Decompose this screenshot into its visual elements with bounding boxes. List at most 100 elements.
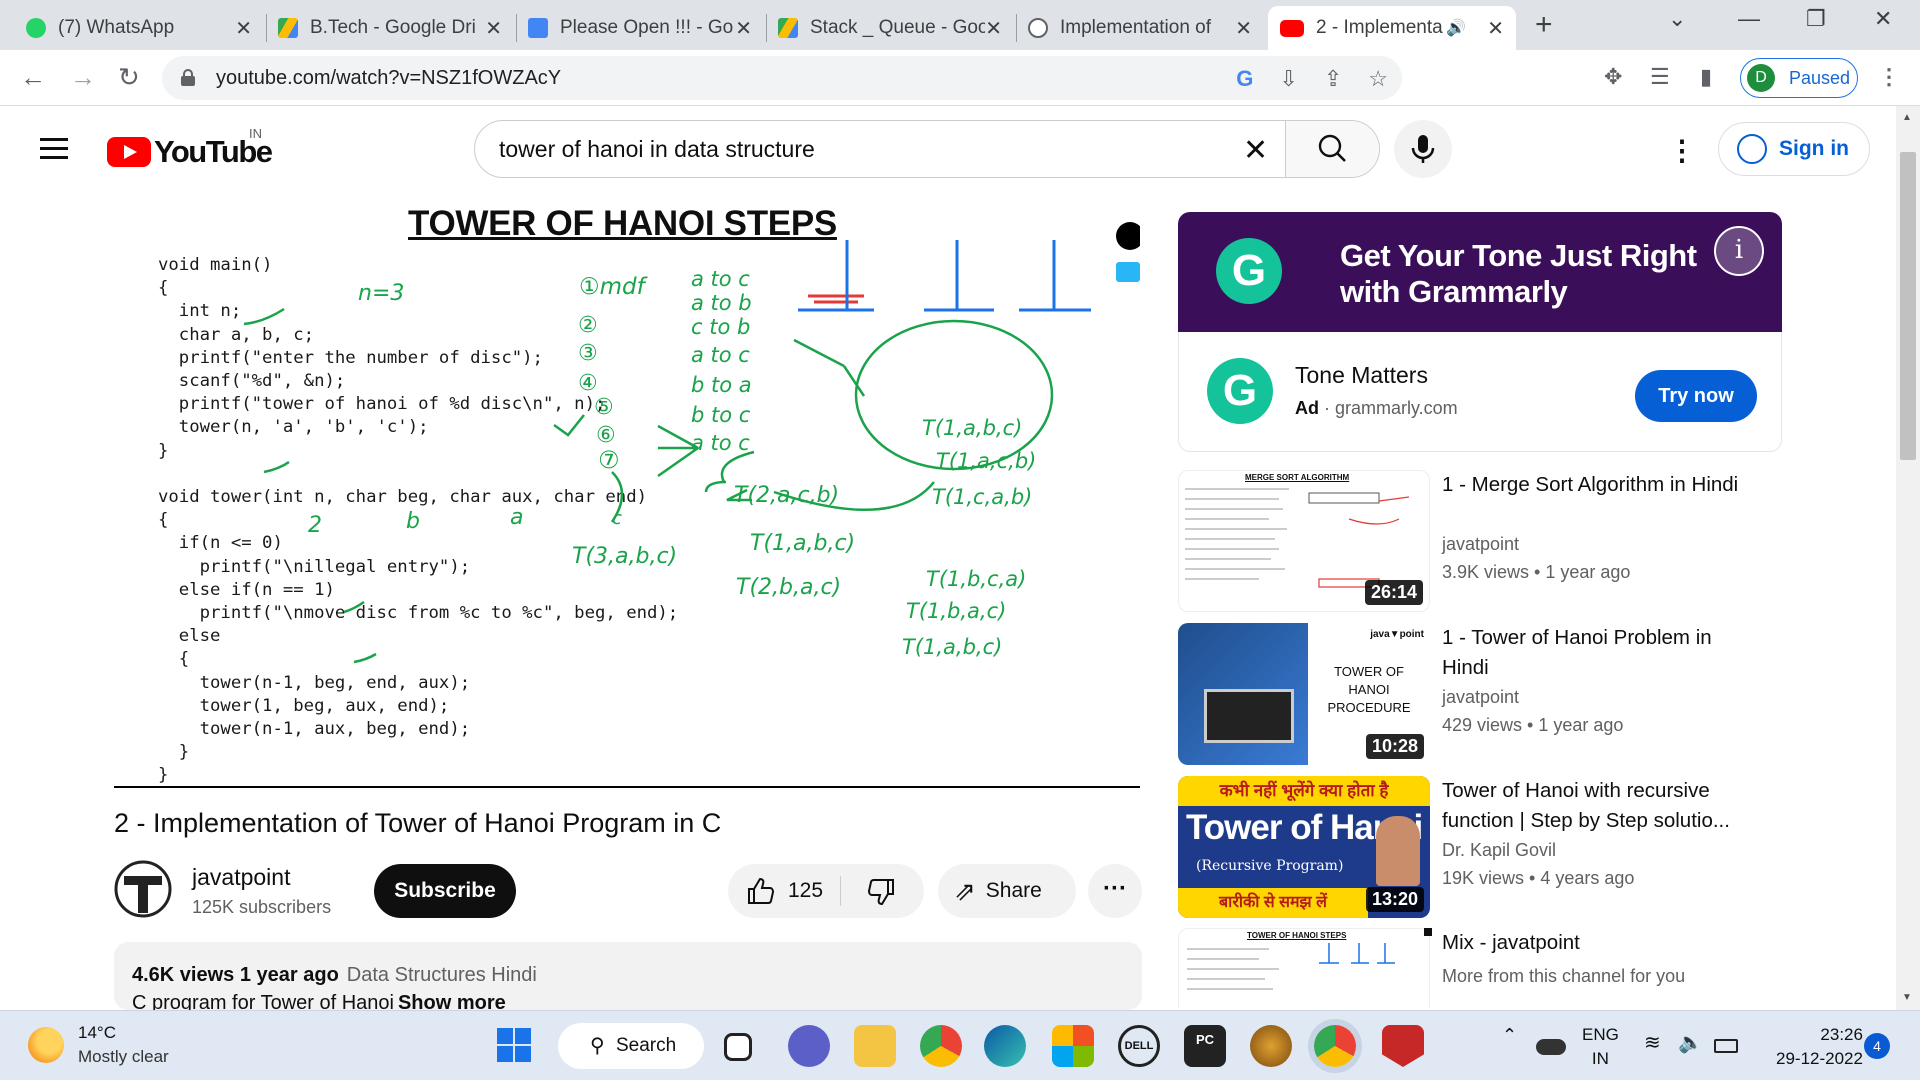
cast-icon[interactable] (1116, 262, 1140, 282)
onedrive-cloud-icon[interactable] (1536, 1039, 1566, 1055)
install-icon[interactable]: ⇩ (1279, 66, 1297, 92)
show-more-link[interactable]: Show more (398, 992, 506, 1010)
scroll-up-icon[interactable]: ▲ (1902, 112, 1912, 123)
scrollbar-thumb[interactable] (1900, 152, 1916, 460)
bookmark-star-icon[interactable]: ☆ (1368, 66, 1388, 92)
video-progress-bar[interactable] (114, 786, 1140, 788)
chrome-icon[interactable] (920, 1025, 962, 1067)
ad-banner[interactable]: G Get Your Tone Just Right with Grammarl… (1178, 212, 1782, 332)
try-now-button[interactable]: Try now (1635, 370, 1757, 422)
tab-whatsapp[interactable]: (7) WhatsApp ✕ (14, 6, 264, 50)
youtube-logo[interactable]: YouTube IN (107, 126, 273, 170)
forward-icon[interactable]: → (70, 62, 96, 93)
address-bar[interactable]: youtube.com/watch?v=NSZ1fOWZAcY G ⇩ ⇪ ☆ (162, 56, 1402, 100)
recommendation-item[interactable]: java▼point TOWER OF HANOI PROCEDURE 10:2… (1178, 623, 1782, 765)
show-hidden-icons[interactable]: ⌃ (1502, 1023, 1517, 1047)
close-icon[interactable]: ✕ (1235, 16, 1252, 41)
channel-avatar[interactable] (114, 860, 172, 918)
voice-search-button[interactable] (1394, 120, 1452, 178)
reload-icon[interactable]: ↻ (118, 62, 140, 93)
annotation-marker-icon[interactable] (1116, 222, 1140, 250)
profile-button[interactable]: D Paused (1740, 58, 1858, 98)
notification-badge[interactable]: 4 (1864, 1033, 1890, 1059)
ad-card[interactable]: G Tone Matters Ad · grammarly.com Try no… (1178, 332, 1782, 452)
microsoft-store-icon[interactable] (1052, 1025, 1094, 1067)
close-icon[interactable]: ✕ (1487, 16, 1504, 41)
dislike-icon[interactable] (866, 878, 896, 906)
pc-app-icon[interactable]: PC (1184, 1025, 1226, 1067)
wifi-icon[interactable]: ≋ (1644, 1031, 1661, 1055)
recommendation-item[interactable]: TOWER OF HANOI STEPS Mix - javatpoint Mo… (1178, 928, 1782, 1008)
file-explorer-icon[interactable] (854, 1025, 896, 1067)
video-player[interactable]: TOWER OF HANOI STEPS void main() { int n… (114, 192, 1140, 787)
description-box[interactable]: 4.6K views 1 year ago Data Structures Hin… (114, 942, 1142, 1010)
minimize-icon[interactable]: — (1738, 6, 1760, 32)
language-indicator[interactable]: ENG IN (1582, 1023, 1619, 1071)
tab-google-drive-2[interactable]: Stack _ Queue - Goo ✕ (766, 6, 1014, 50)
recommendation-title[interactable]: 1 - Tower of Hanoi Problem in Hindi (1442, 623, 1762, 683)
speaker-icon[interactable]: 🔊 (1446, 18, 1466, 38)
settings-kebab-icon[interactable]: ⋮ (1668, 134, 1696, 167)
close-icon[interactable]: ✕ (735, 16, 752, 41)
lock-icon[interactable] (180, 69, 196, 87)
recommendation-title[interactable]: Mix - javatpoint (1442, 928, 1762, 958)
chrome-active-icon[interactable] (1314, 1025, 1356, 1067)
recommendation-item[interactable]: MERGE SORT ALGORITHM 26:14 1 - Merge Sor… (1178, 470, 1782, 612)
back-icon[interactable]: ← (20, 62, 46, 93)
close-icon[interactable]: ✕ (235, 16, 252, 41)
dell-icon[interactable]: DELL (1118, 1025, 1160, 1067)
windows-start-icon[interactable] (496, 1027, 532, 1063)
sign-in-button[interactable]: Sign in (1718, 122, 1870, 176)
recommendation-title[interactable]: 1 - Merge Sort Algorithm in Hindi (1442, 470, 1762, 500)
recommendation-channel[interactable]: javatpoint (1442, 687, 1519, 708)
tab-implementation[interactable]: Implementation of ✕ (1016, 6, 1264, 50)
media-control-icon[interactable]: ☰ (1650, 64, 1670, 90)
mcafee-icon[interactable] (1382, 1025, 1424, 1067)
close-icon[interactable]: ✕ (485, 16, 502, 41)
video-thumbnail[interactable]: java▼point TOWER OF HANOI PROCEDURE 10:2… (1178, 623, 1430, 765)
recommendation-channel[interactable]: javatpoint (1442, 534, 1519, 555)
recommendation-channel[interactable]: Dr. Kapil Govil (1442, 840, 1556, 861)
page-scrollbar[interactable]: ▲ ▼ (1896, 106, 1920, 1010)
task-view-icon[interactable] (724, 1033, 752, 1061)
search-button[interactable] (1285, 121, 1379, 177)
google-lens-icon[interactable]: G (1236, 66, 1253, 92)
close-icon[interactable]: ✕ (985, 16, 1002, 41)
video-thumbnail[interactable]: कभी नहीं भूलेंगे क्या होता है Tower of H… (1178, 776, 1430, 918)
more-actions-button[interactable]: ··· (1088, 864, 1142, 918)
channel-name[interactable]: javatpoint (192, 864, 290, 891)
search-input[interactable] (475, 121, 1285, 177)
clear-search-icon[interactable]: ✕ (1243, 133, 1268, 168)
close-window-icon[interactable]: ✕ (1874, 6, 1892, 32)
tab-google-drive[interactable]: B.Tech - Google Dri ✕ (266, 6, 514, 50)
new-tab-button[interactable]: + (1535, 8, 1553, 42)
taskbar-search[interactable]: ⚲ Search (558, 1023, 704, 1069)
edge-icon[interactable] (984, 1025, 1026, 1067)
browser-menu-icon[interactable]: ⋮ (1878, 64, 1900, 90)
extensions-icon[interactable]: ✥ (1604, 64, 1622, 90)
video-thumbnail[interactable]: TOWER OF HANOI STEPS (1178, 928, 1430, 1008)
video-tag[interactable]: Data Structures Hindi (347, 964, 537, 986)
tab-youtube-active[interactable]: 2 - Implementa 🔊 ✕ (1268, 6, 1516, 50)
tab-search-icon[interactable]: ⌄ (1668, 6, 1686, 32)
recommendation-item[interactable]: कभी नहीं भूलेंगे क्या होता है Tower of H… (1178, 776, 1782, 918)
battery-icon[interactable] (1714, 1039, 1738, 1053)
subscribe-button[interactable]: Subscribe (374, 864, 516, 918)
like-icon[interactable] (746, 877, 776, 905)
system-clock[interactable]: 23:26 29-12-2022 (1776, 1023, 1863, 1071)
recommendation-title[interactable]: Tower of Hanoi with recursive function |… (1442, 776, 1762, 836)
weather-widget[interactable]: 14°C Mostly clear (28, 1021, 169, 1069)
menu-icon[interactable] (40, 138, 68, 165)
share-button[interactable]: ⇗ Share (938, 864, 1076, 918)
scroll-down-icon[interactable]: ▼ (1902, 992, 1912, 1003)
restore-icon[interactable]: ❐ (1806, 6, 1826, 32)
ad-info-icon[interactable]: i (1714, 226, 1764, 276)
side-panel-icon[interactable]: ▮ (1700, 64, 1712, 90)
media-app-icon[interactable] (1250, 1025, 1292, 1067)
tab-google-docs[interactable]: Please Open !!! - Go ✕ (516, 6, 764, 50)
volume-icon[interactable]: 🔈 (1678, 1031, 1703, 1055)
teams-chat-icon[interactable] (788, 1025, 830, 1067)
video-thumbnail[interactable]: MERGE SORT ALGORITHM 26:14 (1178, 470, 1430, 612)
thumbnail-text: TOWER OF HANOI PROCEDURE (1327, 664, 1411, 715)
share-page-icon[interactable]: ⇪ (1324, 66, 1342, 92)
